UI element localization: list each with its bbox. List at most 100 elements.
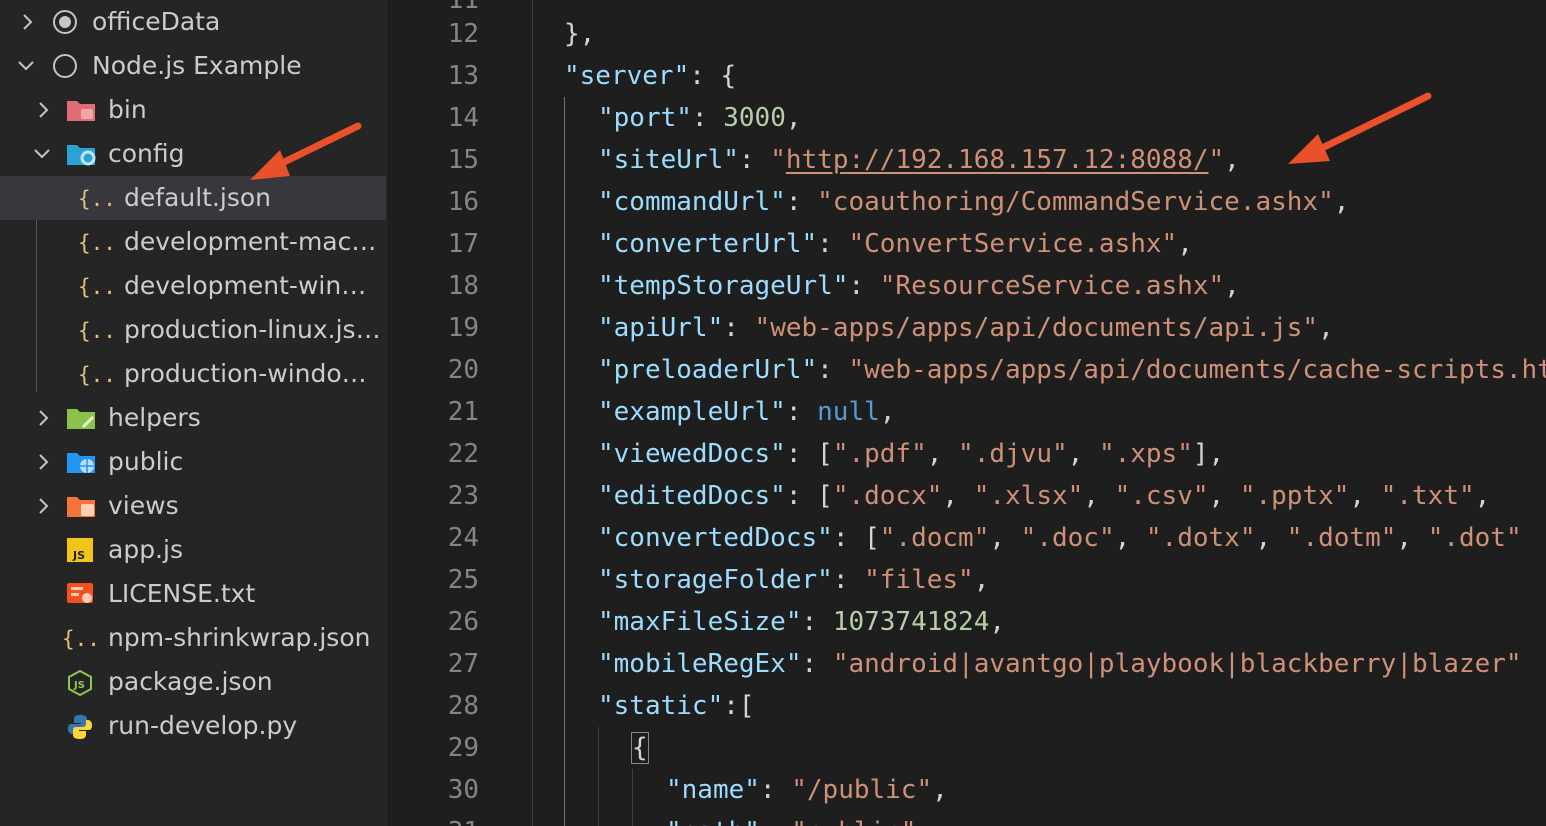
tree-item-label: package.json — [108, 667, 273, 696]
chevron-right-icon[interactable] — [34, 440, 54, 484]
tree-item-default-json[interactable]: {..} default.json — [0, 176, 386, 220]
line-number: 14 — [447, 103, 479, 133]
code-line-16: "commandUrl": "coauthoring/CommandServic… — [598, 181, 1349, 223]
tree-item-development-mac-json[interactable]: {..} development-mac.json — [0, 220, 386, 264]
json-string: ".txt" — [1380, 481, 1475, 511]
json-file-icon: {..} — [78, 264, 114, 308]
punctuation: : — [785, 187, 818, 217]
tree-item-label: officeData — [92, 7, 221, 36]
svg-text:JS: JS — [73, 680, 85, 691]
punctuation: : — [817, 229, 849, 259]
site-url-link[interactable]: http://192.168.157.12:8088/ — [786, 145, 1209, 175]
chevron-down-icon[interactable] — [16, 44, 36, 88]
json-key: "exampleUrl" — [598, 397, 786, 427]
json-string: ".dot" — [1427, 523, 1522, 553]
tree-item-label: LICENSE.txt — [108, 579, 256, 608]
punctuation: : — [759, 775, 792, 805]
svg-text:{..}: {..} — [78, 231, 114, 255]
line-number: 19 — [447, 313, 479, 343]
line-number: 21 — [447, 397, 479, 427]
json-string: "public" — [791, 817, 916, 826]
punctuation: : [ — [785, 481, 833, 511]
chevron-right-icon[interactable] — [34, 484, 54, 528]
tree-item-nodejs-example[interactable]: Node.js Example — [0, 44, 386, 88]
indent-guide — [632, 769, 633, 826]
punctuation: , — [1067, 439, 1099, 469]
tree-item-config[interactable]: config — [0, 132, 386, 176]
json-string: ".csv" — [1114, 481, 1209, 511]
code-editor[interactable]: 11 12 13 14 15 16 17 18 19 20 21 22 23 2… — [387, 0, 1546, 826]
tree-item-production-windows-json[interactable]: {..} production-windows.json — [0, 352, 386, 396]
json-string: "/public" — [791, 775, 933, 805]
tree-item-license-txt[interactable]: LICENSE.txt — [0, 572, 386, 616]
line-number: 20 — [447, 355, 479, 385]
tree-item-public[interactable]: public — [0, 440, 386, 484]
punctuation: , — [1396, 523, 1428, 553]
code-line-12: }, — [564, 13, 595, 55]
code-line-24: "convertedDocs": [".docm", ".doc", ".dot… — [598, 517, 1522, 559]
line-number: 30 — [447, 775, 479, 805]
json-key: "commandUrl" — [598, 187, 786, 217]
tree-item-development-windows-json[interactable]: {..} development-windows.json — [0, 264, 386, 308]
project-root-icon — [52, 0, 78, 44]
json-string: ".xps" — [1098, 439, 1193, 469]
tree-item-label: app.js — [108, 535, 183, 564]
code-line-14: "port": 3000, — [598, 97, 802, 139]
line-number: 12 — [447, 19, 479, 49]
tree-item-bin[interactable]: bin — [0, 88, 386, 132]
line-number: 17 — [447, 229, 479, 259]
tree-item-npm-shrinkwrap-json[interactable]: {..} npm-shrinkwrap.json — [0, 616, 386, 660]
tree-item-label: Node.js Example — [92, 51, 302, 80]
code-line-30: "name": "/public", — [666, 769, 948, 811]
project-root-icon — [52, 44, 78, 88]
chevron-right-icon[interactable] — [34, 396, 54, 440]
indent-guide — [598, 727, 599, 826]
svg-text:JS: JS — [72, 549, 85, 562]
punctuation: , — [1474, 481, 1491, 511]
line-number: 24 — [447, 523, 479, 553]
svg-text:{..}: {..} — [78, 319, 114, 343]
code-line-23: "editedDocs": [".docx", ".xlsx", ".csv",… — [598, 475, 1490, 517]
line-number: 28 — [447, 691, 479, 721]
svg-text:{..}: {..} — [78, 275, 114, 299]
chevron-right-icon[interactable] — [18, 0, 38, 44]
punctuation: , — [1177, 229, 1193, 259]
punctuation: , — [1208, 481, 1240, 511]
punctuation: : { — [689, 61, 737, 91]
folder-bin-icon — [66, 88, 96, 132]
indent-guide-active — [564, 97, 565, 826]
json-key: "storageFolder" — [598, 565, 833, 595]
json-string: "web-apps/apps/api/documents/cache-scrip… — [848, 355, 1546, 385]
line-number: 23 — [447, 481, 479, 511]
json-key: "siteUrl" — [598, 145, 739, 175]
code-line-21: "exampleUrl": null, — [598, 391, 895, 433]
python-file-icon — [66, 704, 96, 748]
tree-item-officedata[interactable]: officeData — [0, 0, 386, 44]
code-line-18: "tempStorageUrl": "ResourceService.ashx"… — [598, 265, 1240, 307]
tree-item-package-json[interactable]: JS package.json — [0, 660, 386, 704]
json-string: " — [770, 145, 786, 175]
tree-item-app-js[interactable]: JS app.js — [0, 528, 386, 572]
punctuation: ], — [1192, 439, 1225, 469]
json-string: ".xlsx" — [973, 481, 1084, 511]
tree-item-label: default.json — [124, 183, 272, 212]
folder-config-icon — [66, 132, 96, 176]
punctuation: , — [1083, 481, 1115, 511]
punctuation: : — [801, 649, 833, 679]
line-number: 27 — [447, 649, 479, 679]
punctuation: : — [691, 103, 724, 133]
punctuation: , — [926, 439, 959, 469]
tree-item-production-linux-json[interactable]: {..} production-linux.json — [0, 308, 386, 352]
tree-item-views[interactable]: views — [0, 484, 386, 528]
json-string: ".pptx" — [1239, 481, 1350, 511]
chevron-down-icon[interactable] — [32, 132, 52, 176]
code-area[interactable]: }, "server": { "port": 3000, "siteUrl": … — [532, 0, 1546, 826]
punctuation: , — [989, 607, 1006, 637]
punctuation: , — [1349, 481, 1381, 511]
tree-item-helpers[interactable]: helpers — [0, 396, 386, 440]
tree-item-run-develop-py[interactable]: run-develop.py — [0, 704, 386, 748]
punctuation: : — [801, 607, 833, 637]
punctuation: : — [817, 355, 849, 385]
chevron-right-icon[interactable] — [34, 88, 54, 132]
json-key: "editedDocs" — [598, 481, 786, 511]
